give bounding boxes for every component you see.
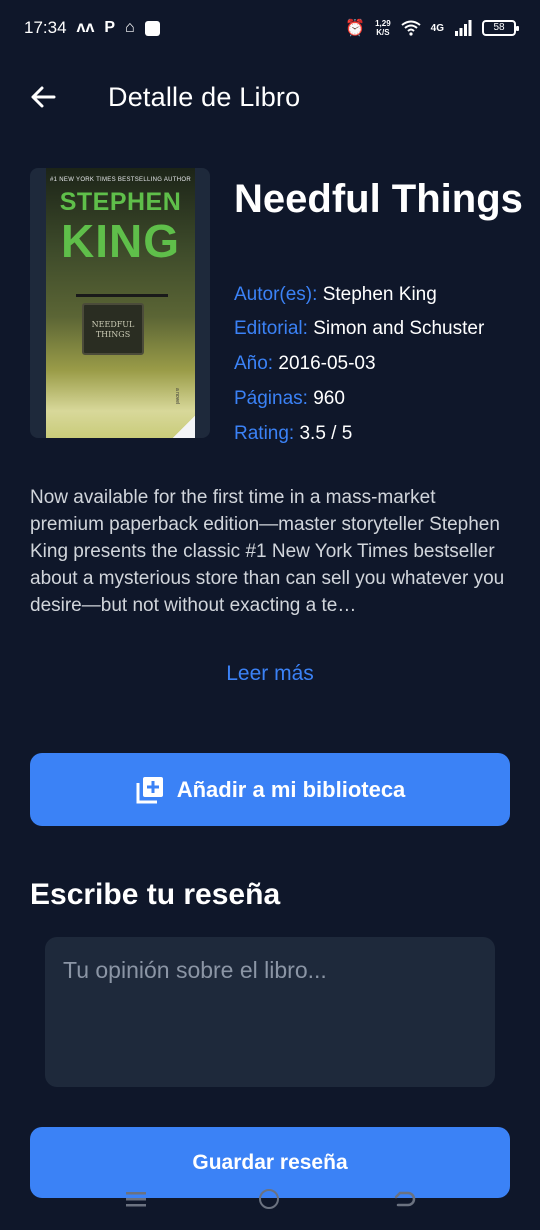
- speed-value: 1,29: [375, 19, 391, 28]
- meta-year: Año: 2016-05-03: [234, 353, 376, 375]
- cover-top-text: #1 NEW YORK TIMES BESTSELLING AUTHOR: [50, 177, 191, 183]
- sign-text: NEEDFUL THINGS: [82, 320, 144, 340]
- back-icon[interactable]: [394, 1189, 416, 1209]
- cover-art: #1 NEW YORK TIMES BESTSELLING AUTHOR STE…: [46, 168, 195, 438]
- status-bar: 17:34 ʌʌ P ⌂ ⏰ 1,29 K/S 4G 58: [0, 0, 540, 56]
- speed-unit: K/S: [376, 28, 390, 37]
- library-add-icon: [136, 776, 163, 803]
- cover-tag: a novel: [173, 387, 180, 405]
- read-more-link[interactable]: Leer más: [0, 662, 540, 686]
- p-app-icon: P: [104, 19, 116, 36]
- book-cover: #1 NEW YORK TIMES BESTSELLING AUTHOR STE…: [30, 168, 210, 438]
- square-app-icon: [144, 20, 160, 36]
- notification-icon: ʌʌ: [76, 19, 95, 36]
- wifi-icon: [401, 20, 421, 36]
- add-to-library-button[interactable]: Añadir a mi biblioteca: [30, 753, 510, 826]
- meta-key: Páginas:: [234, 388, 308, 409]
- alarm-icon: ⏰: [345, 20, 366, 37]
- meta-key: Rating:: [234, 423, 295, 444]
- review-textarea[interactable]: [45, 937, 495, 1087]
- arrow-left-icon[interactable]: [28, 82, 58, 112]
- system-nav-bar: [0, 1184, 540, 1220]
- sign-post: [76, 294, 168, 297]
- book-title: Needful Things: [234, 177, 523, 221]
- meta-key: Año:: [234, 353, 274, 374]
- meta-pages: Páginas: 960: [234, 388, 345, 410]
- meta-value: Stephen King: [322, 284, 437, 305]
- signal-icon: [455, 20, 472, 36]
- meta-rating: Rating: 3.5 / 5: [234, 423, 352, 445]
- cover-author-last: KING: [61, 215, 180, 267]
- sign-line-1: NEEDFUL: [91, 320, 135, 329]
- sign-line-2: THINGS: [95, 330, 131, 339]
- meta-value: 960: [313, 388, 345, 409]
- battery-icon: 58: [482, 20, 519, 36]
- meta-author: Autor(es): Stephen King: [234, 284, 437, 306]
- page-curl: [173, 416, 195, 438]
- status-right: ⏰ 1,29 K/S 4G 58: [345, 18, 519, 38]
- cover-author-first: STEPHEN: [59, 188, 182, 216]
- book-description: Now available for the first time in a ma…: [30, 487, 505, 616]
- page-title: Detalle de Libro: [108, 82, 301, 112]
- menu-icon[interactable]: [126, 1190, 146, 1208]
- home-icon[interactable]: [259, 1189, 279, 1209]
- status-time: 17:34: [24, 18, 67, 37]
- save-review-label: Guardar reseña: [192, 1150, 348, 1174]
- network-speed: 1,29 K/S: [375, 19, 391, 37]
- app-header: Detalle de Libro: [0, 70, 540, 126]
- meta-key: Editorial:: [234, 318, 308, 339]
- meta-value: 3.5 / 5: [299, 423, 353, 444]
- network-type: 4G: [430, 22, 444, 34]
- status-left: 17:34 ʌʌ P ⌂: [24, 18, 160, 38]
- store-icon: ⌂: [125, 19, 135, 36]
- meta-value: 2016-05-03: [278, 353, 376, 374]
- review-heading: Escribe tu reseña: [30, 878, 281, 911]
- meta-key: Autor(es):: [234, 284, 318, 305]
- meta-publisher: Editorial: Simon and Schuster: [234, 318, 484, 340]
- add-to-library-label: Añadir a mi biblioteca: [176, 776, 406, 802]
- meta-value: Simon and Schuster: [313, 318, 485, 339]
